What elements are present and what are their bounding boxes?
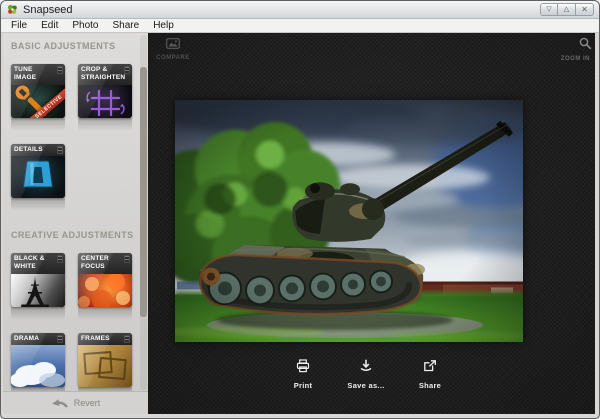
snapseed-logo-icon <box>7 4 18 15</box>
editing-canvas: COMPARE ZOOM IN <box>148 33 595 414</box>
tile-frames[interactable]: FRAMES <box>78 333 132 387</box>
tile-label: CROP & STRAIGHTEN <box>81 66 123 83</box>
grip-icon <box>57 66 63 74</box>
save-as-label: Save as... <box>336 381 396 390</box>
tile-tune-image[interactable]: TUNE IMAGE SELECTIVE <box>11 64 65 118</box>
grip-icon <box>124 335 130 343</box>
sidebar-scrollbar[interactable] <box>140 35 147 390</box>
grip-icon <box>57 255 63 263</box>
tile-header: FRAMES <box>78 333 132 345</box>
minimize-button[interactable]: ▽ <box>540 3 558 16</box>
scrollbar-thumb[interactable] <box>140 67 147 317</box>
section-creative-adjustments: CREATIVE ADJUSTMENTS <box>11 230 134 240</box>
tile-black-white[interactable]: BLACK & WHITE <box>11 253 65 307</box>
tile-label: DRAMA <box>14 335 56 343</box>
window-controls: ▽ △ ✕ <box>540 3 594 16</box>
menu-bar: File Edit Photo Share Help <box>1 19 599 33</box>
compare-label: COMPARE <box>151 55 195 61</box>
storm-cloud-icon <box>11 345 65 387</box>
window-title: Snapseed <box>23 1 73 19</box>
sharpener-icon <box>11 156 65 198</box>
revert-button[interactable]: Revert <box>3 391 148 414</box>
tile-label: DETAILS <box>14 146 56 154</box>
menu-photo[interactable]: Photo <box>65 19 105 32</box>
revert-label: Revert <box>74 398 101 408</box>
tile-header: DRAMA <box>11 333 65 345</box>
tile-header: CENTER FOCUS <box>78 253 132 274</box>
printer-icon <box>296 359 310 373</box>
title-bar: Snapseed ▽ △ ✕ <box>1 1 599 19</box>
maximize-button[interactable]: △ <box>558 3 576 16</box>
tile-reflection <box>78 118 132 131</box>
bokeh-icon <box>78 274 132 307</box>
print-button[interactable]: Print <box>273 359 333 390</box>
compare-button[interactable]: COMPARE <box>151 36 195 61</box>
share-button[interactable]: Share <box>400 359 460 390</box>
menu-file[interactable]: File <box>4 19 34 32</box>
zoom-in-button[interactable]: ZOOM IN <box>546 37 592 62</box>
tile-label: BLACK & WHITE <box>14 255 56 272</box>
tile-header: BLACK & WHITE <box>11 253 65 274</box>
menu-help[interactable]: Help <box>146 19 181 32</box>
tile-center-focus[interactable]: CENTER FOCUS <box>78 253 132 307</box>
grip-icon <box>57 335 63 343</box>
eiffel-tower-icon <box>11 274 65 307</box>
image-icon <box>166 38 180 49</box>
paper-frames-icon <box>78 345 132 387</box>
tile-reflection <box>78 307 132 320</box>
wrench-icon: SELECTIVE <box>11 85 65 118</box>
snapseed-window: Snapseed ▽ △ ✕ File Edit Photo Share Hel… <box>0 0 600 419</box>
photo-canvas <box>175 100 523 342</box>
save-as-button[interactable]: Save as... <box>336 359 396 390</box>
grip-icon <box>124 255 130 263</box>
tile-label: CENTER FOCUS <box>81 255 123 272</box>
save-icon <box>359 359 373 373</box>
tile-label: TUNE IMAGE <box>14 66 56 83</box>
print-label: Print <box>273 381 333 390</box>
tile-header: TUNE IMAGE <box>11 64 65 85</box>
menu-edit[interactable]: Edit <box>34 19 65 32</box>
grip-icon <box>124 66 130 74</box>
tile-crop-straighten[interactable]: CROP & STRAIGHTEN <box>78 64 132 118</box>
section-basic-adjustments: BASIC ADJUSTMENTS <box>11 41 115 51</box>
tile-header: CROP & STRAIGHTEN <box>78 64 132 85</box>
tile-header: DETAILS <box>11 144 65 156</box>
filters-sidebar: BASIC ADJUSTMENTS TUNE IMAGE SELEC <box>3 33 148 414</box>
tile-drama[interactable]: DRAMA <box>11 333 65 387</box>
tile-reflection <box>11 198 65 211</box>
undo-arrow-icon <box>51 398 68 409</box>
zoom-in-label: ZOOM IN <box>546 56 592 62</box>
crop-icon <box>78 85 132 118</box>
close-button[interactable]: ✕ <box>576 3 594 16</box>
magnifier-icon <box>579 37 592 50</box>
tile-reflection <box>11 307 65 320</box>
share-label: Share <box>400 381 460 390</box>
tile-reflection <box>11 118 65 131</box>
tile-label: FRAMES <box>81 335 123 343</box>
menu-share[interactable]: Share <box>106 19 147 32</box>
tile-details[interactable]: DETAILS <box>11 144 65 198</box>
grip-icon <box>57 146 63 154</box>
snapseed-app: Snapseed ▽ △ ✕ File Edit Photo Share Hel… <box>0 0 600 419</box>
share-icon <box>423 359 437 373</box>
